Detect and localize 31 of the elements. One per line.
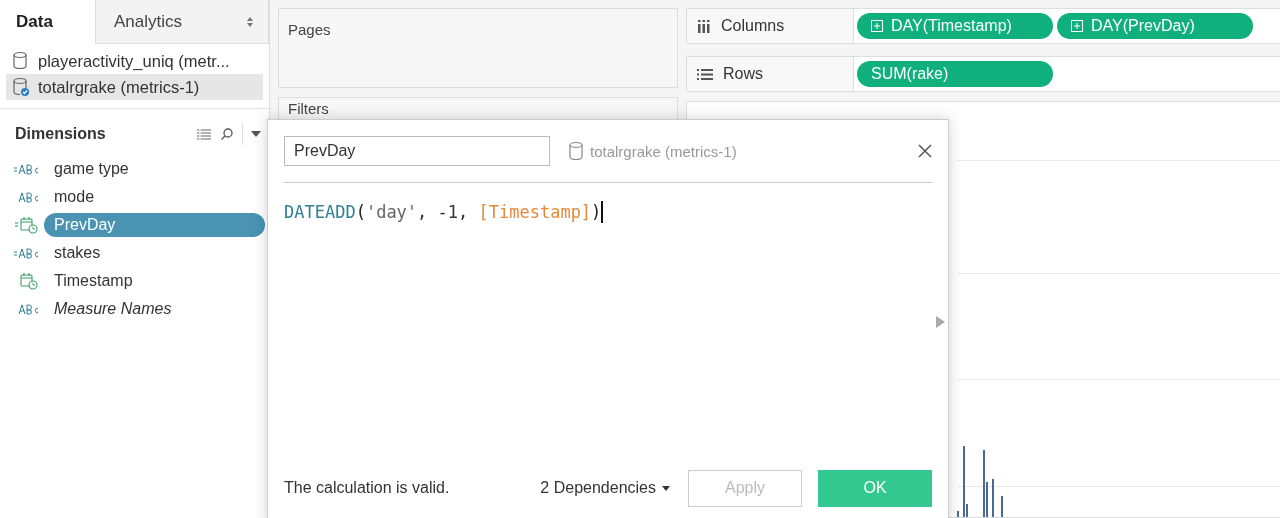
data-source-label: totalrgrake (metrics-1) [590, 142, 738, 160]
rows-icon [697, 67, 713, 81]
shelf-title: Pages [288, 21, 331, 38]
validation-message: The calculation is valid. [284, 479, 451, 497]
shelf-title: Filters [288, 100, 329, 117]
dimension-field[interactable]: Timestamp [44, 269, 265, 293]
sidebar-tab[interactable]: Analytics [95, 0, 269, 44]
database-icon [568, 141, 584, 161]
shelf-label: Rows [687, 57, 854, 91]
close-icon[interactable] [918, 144, 932, 158]
search-icon[interactable] [220, 127, 234, 141]
columns-icon [697, 19, 711, 33]
section-title: Dimensions [15, 125, 107, 143]
calculation-name-field[interactable]: PrevDay [284, 136, 550, 166]
dropdown-caret-icon[interactable] [251, 131, 261, 137]
caret-icon [662, 485, 670, 491]
dimension-field[interactable]: stakes [44, 241, 265, 265]
data-source-item[interactable]: playeractivity_uniq (metr... [6, 48, 263, 74]
sort-arrows-icon [246, 15, 254, 28]
shelf-label: Columns [687, 9, 854, 43]
dimension-field[interactable]: mode [44, 185, 265, 209]
dimension-field[interactable]: Measure Names [44, 297, 265, 321]
database-check-icon [12, 77, 30, 97]
expand-icon [1071, 20, 1083, 32]
data-source-item[interactable]: totalrgrake (metrics-1) [6, 74, 263, 100]
dimension-field[interactable]: game type [44, 157, 265, 181]
expand-icon [871, 20, 883, 32]
formula-editor[interactable]: DATEADD('day', -1, [Timestamp]) [284, 201, 932, 223]
dependencies-dropdown[interactable]: 2 Dependencies [540, 479, 670, 497]
database-icon [12, 51, 30, 71]
pages-shelf[interactable]: Pages [278, 8, 678, 88]
